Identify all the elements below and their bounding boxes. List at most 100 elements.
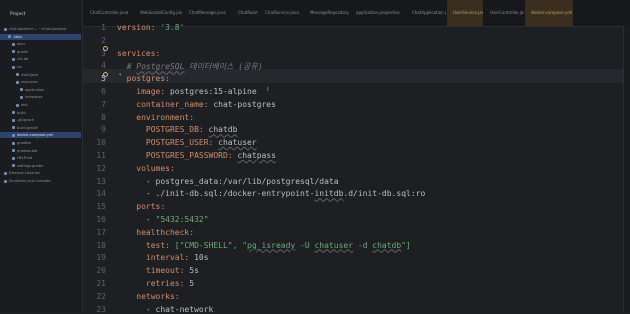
code-line[interactable]: POSTGRES_DB: chatdb	[117, 125, 238, 135]
tree-item[interactable]: test	[0, 102, 81, 108]
editor-tab[interactable]: UserController.java	[484, 0, 524, 26]
code-line[interactable]: container_name: chat-postgres	[117, 100, 276, 109]
code-line[interactable]: interval: 10s	[117, 253, 209, 262]
code-line[interactable]: version: '3.8'	[117, 23, 184, 32]
tree-item-label: .idea	[13, 34, 22, 39]
tree-item-label: build	[17, 110, 26, 115]
editor-tab[interactable]: application.properties	[350, 0, 405, 26]
code-line[interactable]: volumes:	[117, 164, 175, 173]
tree-item[interactable]: init-db	[0, 56, 81, 62]
editor-tab[interactable]: docker-compose.yml	[525, 0, 573, 26]
line-number: 17	[96, 227, 106, 237]
tree-item[interactable]: docker-compose.yml	[0, 132, 81, 139]
code-token: interval:	[117, 253, 195, 263]
tree-item[interactable]: src	[0, 64, 81, 70]
code-line[interactable]: retries: 5	[117, 279, 194, 288]
tree-item[interactable]: gradlew.bat	[0, 148, 81, 154]
tree-item[interactable]: chat-backend — ~/chat-backend	[0, 26, 81, 32]
editor-tab[interactable]: ChatService.java	[259, 0, 303, 26]
line-number: 15	[96, 202, 106, 212]
editor-tab[interactable]: MessageRepository.java	[304, 0, 349, 26]
tree-item-label: resources	[21, 80, 38, 85]
code-line[interactable]: - postgres_data:/var/lib/postgresql/data	[117, 177, 339, 186]
tree-item-label: gradlew	[17, 141, 32, 145]
code-token: timeout:	[117, 266, 190, 276]
line-number: 10	[96, 138, 106, 148]
code-line[interactable]: - "5432:5432"	[117, 215, 209, 224]
editor-tab[interactable]: ChatMessage.java	[183, 0, 231, 26]
line-number: 8	[101, 112, 106, 122]
folder-icon	[16, 73, 19, 77]
code-line[interactable]: POSTGRES_USER: chatuser	[117, 138, 257, 147]
tree-item-label: main/java	[21, 72, 39, 77]
tree-item[interactable]: .gitignore	[0, 117, 81, 123]
tree-item[interactable]: application	[0, 87, 81, 93]
tree-item[interactable]: .idea	[0, 33, 81, 40]
editor-tab[interactable]: UserService.java	[447, 0, 483, 26]
code-line[interactable]: healthcheck:	[117, 228, 194, 237]
tree-item-label: docs	[17, 42, 26, 47]
code-line[interactable]: test: ["CMD-SHELL", "pg_isready -U chatu…	[117, 241, 411, 250]
line-number: 16	[96, 215, 106, 224]
editor-tab[interactable]: ChatRoom.java	[232, 0, 258, 26]
tree-item[interactable]: Scratches and Consoles	[0, 178, 81, 184]
tree-item[interactable]: templates	[0, 94, 81, 100]
tree-item-label: HELP.md	[17, 156, 33, 161]
code-token: "5432:5432"	[155, 215, 209, 224]
line-number: 13	[96, 176, 106, 186]
line-number: 20	[96, 266, 106, 276]
editor-scrollbar[interactable]	[623, 26, 630, 312]
code-token: volumes:	[117, 163, 175, 173]
code-token: postgres:	[117, 74, 170, 84]
tree-item-label: build.gradle	[17, 125, 38, 130]
tree-item-label: chat-backend — ~/chat-backend	[9, 27, 67, 31]
fold-arrow-icon[interactable]: ▾	[119, 72, 122, 78]
tree-item-label: settings.gradle	[17, 163, 44, 168]
code-line[interactable]: timeout: 5s	[117, 266, 199, 275]
code-token: chatuser	[218, 138, 257, 148]
folder-icon	[12, 133, 15, 137]
tree-item[interactable]: resources	[0, 79, 81, 85]
code-line[interactable]: POSTGRES_PASSWORD: chatpass	[117, 151, 276, 160]
editor-tab[interactable]: ChatApplication.java	[406, 0, 446, 26]
code-token: POSTGRES_DB:	[117, 125, 209, 135]
tree-item[interactable]: External Libraries	[0, 170, 81, 176]
code-token: pg_isready	[247, 240, 296, 250]
code-line[interactable]: image: postgres:15-alpine	[117, 87, 256, 96]
project-panel-title: Project	[10, 12, 26, 17]
folder-icon	[12, 50, 15, 54]
code-line[interactable]: - chat-network	[117, 305, 213, 314]
code-line[interactable]: postgres:	[117, 74, 170, 83]
code-token: chatpass	[237, 151, 276, 160]
tree-item[interactable]: docs	[0, 41, 81, 47]
folder-icon	[12, 57, 15, 61]
line-number: 12	[96, 163, 106, 173]
tree-item[interactable]: settings.gradle	[0, 163, 81, 169]
code-token: 데이터베이스 (공유)	[184, 62, 263, 72]
code-line[interactable]: environment:	[117, 113, 194, 122]
code-line[interactable]: - ./init-db.sql:/docker-entrypoint-initd…	[117, 189, 425, 198]
tree-item[interactable]: main/java	[0, 72, 81, 78]
tree-item[interactable]: build.gradle	[0, 125, 81, 131]
service-gutter-icon[interactable]	[103, 46, 108, 51]
code-token: container_name:	[117, 99, 214, 109]
tree-item-label: test	[21, 103, 28, 107]
code-token: -	[117, 215, 156, 224]
tree-item[interactable]: HELP.md	[0, 155, 81, 161]
code-token: environment:	[117, 112, 195, 122]
code-token: chatuser	[314, 240, 354, 250]
folder-icon	[12, 141, 15, 145]
tree-item[interactable]: build	[0, 110, 81, 116]
tree-item[interactable]: gradle	[0, 49, 81, 55]
service-gutter-icon[interactable]	[103, 72, 108, 77]
code-line[interactable]: networks:	[117, 292, 179, 301]
code-line[interactable]: services:	[117, 49, 160, 58]
tree-item[interactable]: gradlew	[0, 140, 81, 146]
code-token: initdb	[314, 189, 344, 199]
tree-item-label: gradle	[17, 49, 29, 54]
code-line[interactable]: ports:	[117, 202, 165, 211]
code-line[interactable]: # PostgreSQL 데이터베이스 (공유)	[117, 61, 263, 72]
folder-icon	[4, 171, 7, 175]
line-number: 14	[96, 189, 106, 199]
code-token: image:	[117, 87, 170, 96]
